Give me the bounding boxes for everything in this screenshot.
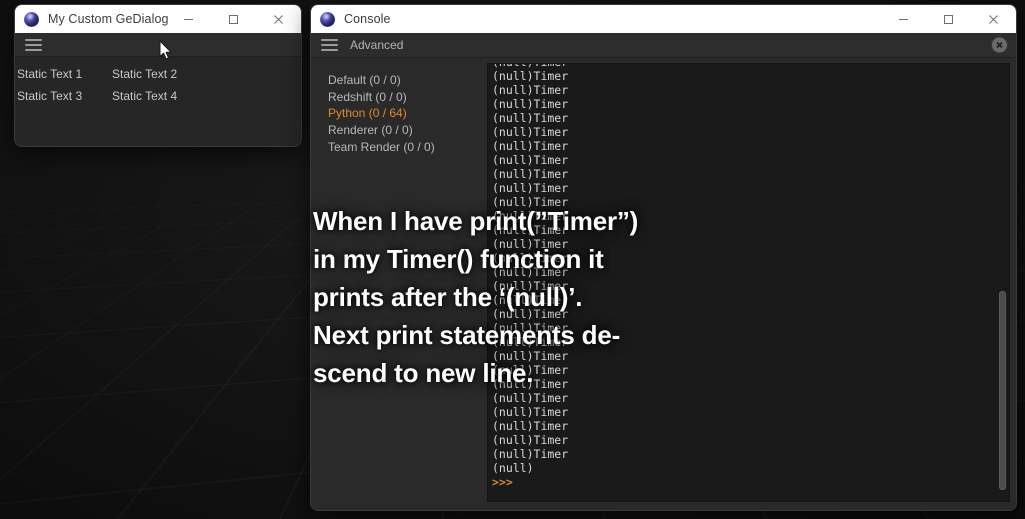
- screen-root: My Custom GeDialog Static Text 1 Static …: [0, 0, 1025, 519]
- console-channel-item-0[interactable]: Default (0 / 0): [328, 72, 487, 89]
- console-body: Default (0 / 0) Redshift (0 / 0) Python (0…: [311, 58, 1016, 510]
- console-output-line: (null)Timer: [492, 377, 569, 391]
- console-output-line: (null)Timer: [492, 139, 569, 153]
- console-output-line: (null)Timer: [492, 69, 569, 83]
- gedialog-title: My Custom GeDialog: [48, 12, 169, 26]
- console-output-lines: (null)Timer (null)Timer (null)Timer (null)T…: [488, 64, 995, 489]
- hamburger-menu-icon[interactable]: [25, 38, 42, 51]
- console-output-line: (null)Timer: [492, 181, 569, 195]
- gedialog-minimize-button[interactable]: [166, 5, 211, 33]
- static-text-row: Static Text 3 Static Text 4: [15, 85, 301, 107]
- console-output-line: (null)Timer: [492, 433, 569, 447]
- console-titlebar[interactable]: Console: [311, 5, 1016, 33]
- console-window[interactable]: Console Advanced Default (0 / 0) Redshif…: [310, 4, 1017, 511]
- cinema4d-logo-icon: [320, 11, 335, 27]
- console-output-line: (null)Timer: [492, 307, 569, 321]
- console-channel-item-3[interactable]: Renderer (0 / 0): [328, 122, 487, 139]
- console-close-button[interactable]: [971, 5, 1016, 33]
- console-maximize-button[interactable]: [926, 5, 971, 33]
- console-channel-item-4[interactable]: Team Render (0 / 0): [328, 139, 487, 156]
- console-window-controls: [881, 5, 1016, 33]
- console-title: Console: [344, 12, 391, 26]
- console-output-line: (null)Timer: [492, 349, 569, 363]
- console-output-line: (null)Timer: [492, 83, 569, 97]
- console-toolbar: Advanced: [311, 33, 1016, 58]
- gedialog-close-button[interactable]: [256, 5, 301, 33]
- console-output-line: (null)Timer: [492, 405, 569, 419]
- console-output-line: (null)Timer: [492, 335, 569, 349]
- console-output-line: (null)Timer: [492, 447, 569, 461]
- cinema4d-logo-icon: [24, 11, 39, 27]
- gedialog-window-controls: [166, 5, 301, 33]
- static-text-2: Static Text 2: [112, 67, 178, 81]
- static-text-row: Static Text 1 Static Text 2: [15, 63, 301, 85]
- console-output-line: (null)Timer: [492, 293, 569, 307]
- console-output-line: (null)Timer: [492, 97, 569, 111]
- console-output-line: (null)Timer: [492, 391, 569, 405]
- console-prompt[interactable]: >>>: [492, 475, 995, 489]
- console-mode-label[interactable]: Advanced: [350, 38, 403, 52]
- console-output-line: (null)Timer: [492, 419, 569, 433]
- console-output-line: (null)Timer: [492, 209, 569, 223]
- hamburger-menu-icon[interactable]: [321, 39, 338, 51]
- gedialog-titlebar[interactable]: My Custom GeDialog: [15, 5, 301, 33]
- console-output-panel[interactable]: (null)Timer (null)Timer (null)Timer (null)T…: [487, 63, 1010, 502]
- console-scrollbar-thumb[interactable]: [999, 291, 1006, 491]
- gedialog-body: Static Text 1 Static Text 2 Static Text …: [15, 57, 301, 146]
- console-output-line: (null)Timer: [492, 321, 569, 335]
- console-output-line: (null)Timer: [492, 195, 569, 209]
- console-output-line: (null)Timer: [492, 153, 569, 167]
- console-channel-item-1[interactable]: Redshift (0 / 0): [328, 89, 487, 106]
- static-text-1: Static Text 1: [17, 67, 83, 81]
- console-output-line: (null)Timer: [492, 125, 569, 139]
- clear-console-x-icon[interactable]: [992, 37, 1007, 53]
- console-output-line: (null)Timer: [492, 223, 569, 237]
- static-text-4: Static Text 4: [112, 89, 178, 103]
- console-output-line: (null)Timer: [492, 111, 569, 125]
- console-output-line: (null)Timer: [492, 167, 569, 181]
- console-output-line: (null): [492, 461, 534, 475]
- console-output-line: (null)Timer: [492, 363, 569, 377]
- console-output-line: (null)Timer: [492, 251, 569, 265]
- console-scrollbar[interactable]: [998, 66, 1007, 499]
- gedialog-maximize-button[interactable]: [211, 5, 256, 33]
- gedialog-window[interactable]: My Custom GeDialog Static Text 1 Static …: [14, 4, 302, 147]
- console-channel-list: Default (0 / 0) Redshift (0 / 0) Python (0…: [317, 63, 487, 502]
- console-output-line: (null)Timer: [492, 237, 569, 251]
- console-output-line: (null)Timer: [492, 279, 569, 293]
- console-minimize-button[interactable]: [881, 5, 926, 33]
- gedialog-menu-strip: [15, 33, 301, 57]
- console-output-line: (null)Timer: [492, 265, 569, 279]
- console-channel-item-2[interactable]: Python (0 / 64): [328, 105, 487, 122]
- static-text-3: Static Text 3: [17, 89, 83, 103]
